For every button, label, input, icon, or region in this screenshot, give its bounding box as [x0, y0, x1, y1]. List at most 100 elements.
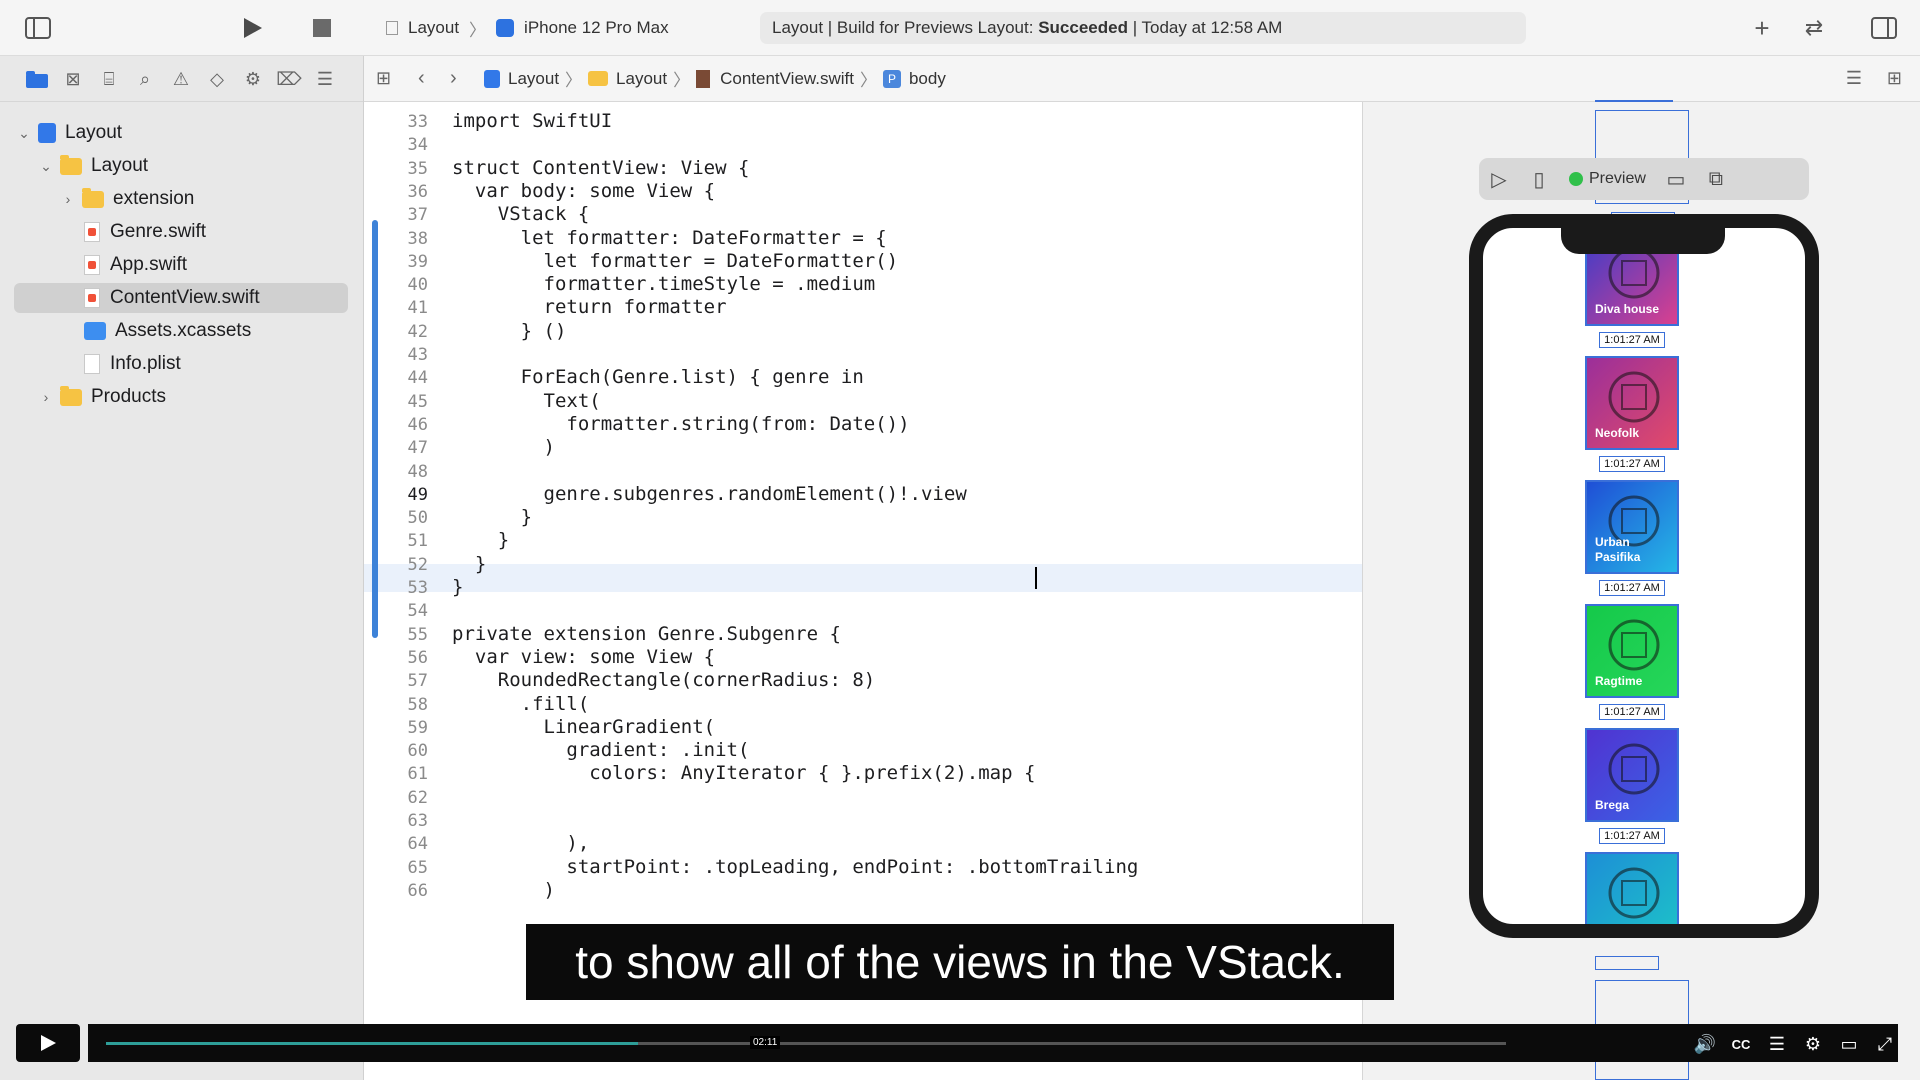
tree-item-genre-swift[interactable]: Genre.swift [84, 217, 206, 247]
progress-track[interactable]: 02:11 [106, 1036, 1506, 1049]
code-line[interactable]: gradient: .init( [452, 739, 749, 761]
code-line[interactable]: struct ContentView: View { [452, 157, 749, 179]
captions-icon[interactable]: CC [1728, 1032, 1754, 1056]
tree-item-layout-folder[interactable]: ⌄ Layout [38, 151, 148, 181]
code-line[interactable]: LinearGradient( [452, 716, 716, 738]
device-settings-icon[interactable]: ▭ [1656, 163, 1696, 195]
code-line[interactable]: return formatter [452, 296, 727, 318]
device-preview-icon[interactable]: ▯ [1519, 163, 1559, 195]
inspector-toggle-icon[interactable] [1870, 14, 1898, 42]
fullscreen-icon[interactable]: ⤢ [1872, 1032, 1898, 1056]
test-icon[interactable]: ◇ [204, 66, 230, 92]
chevron-down-icon[interactable]: ⌄ [38, 158, 54, 175]
breakpoint-icon[interactable]: ⌦ [276, 66, 302, 92]
preview-label: Preview [1589, 170, 1646, 187]
code-line[interactable]: formatter.string(from: Date()) [452, 413, 909, 435]
code-line[interactable]: } [452, 553, 486, 575]
grid-icon[interactable]: ⊞ [376, 68, 404, 89]
code-line[interactable]: let formatter = DateFormatter() [452, 250, 899, 272]
volume-icon[interactable]: 🔊 [1692, 1032, 1718, 1056]
tree-item-project[interactable]: ⌄ Layout [16, 118, 122, 148]
line-number: 45 [407, 391, 428, 412]
code-line[interactable]: } () [452, 320, 567, 342]
line-number: 55 [407, 624, 428, 645]
breadcrumb-item[interactable]: Layout [616, 69, 667, 89]
property-icon: P [882, 69, 901, 88]
sidebar-toggle-icon[interactable] [24, 14, 52, 42]
code-line[interactable]: ForEach(Genre.list) { genre in [452, 366, 864, 388]
code-line[interactable]: } [452, 576, 463, 598]
code-line[interactable]: startPoint: .topLeading, endPoint: .bott… [452, 856, 1138, 878]
tree-item-app-swift[interactable]: App.swift [84, 250, 187, 280]
folder-icon[interactable] [24, 66, 50, 92]
code-line[interactable]: } [452, 506, 532, 528]
code-line[interactable]: var view: some View { [452, 646, 715, 668]
breadcrumb-item[interactable]: Layout [508, 69, 559, 89]
live-preview-icon[interactable]: ▷ [1479, 163, 1519, 195]
code-line[interactable]: VStack { [452, 203, 590, 225]
code-line[interactable]: .fill( [452, 693, 590, 715]
plist-icon [84, 354, 100, 374]
report-icon[interactable]: ☰ [312, 66, 338, 92]
line-number: 48 [407, 461, 428, 482]
breadcrumb-item[interactable]: ContentView.swift [720, 69, 854, 89]
preview-status[interactable]: Preview [1559, 170, 1656, 188]
code-line[interactable]: } [452, 529, 509, 551]
debug-icon[interactable]: ⚙ [240, 66, 266, 92]
warning-icon[interactable]: ⚠ [168, 66, 194, 92]
subgenre-tile: Urban Pasifika [1585, 480, 1679, 574]
scheme-icon [386, 21, 398, 35]
forward-icon[interactable]: › [450, 67, 472, 90]
scheme-selector[interactable]: Layout 〉 iPhone 12 Pro Max [386, 16, 669, 40]
line-number: 36 [407, 181, 428, 202]
tree-item-contentview-swift[interactable]: ContentView.swift [14, 283, 348, 313]
transcript-icon[interactable]: ☰ [1764, 1032, 1790, 1056]
line-number: 62 [407, 787, 428, 808]
back-icon[interactable]: ‹ [418, 67, 440, 90]
play-button[interactable] [16, 1024, 80, 1062]
tile-label: Brega [1595, 798, 1630, 812]
stop-icon[interactable] [308, 14, 336, 42]
tree-item-extension[interactable]: › extension [60, 184, 194, 214]
chevron-down-icon[interactable]: ⌄ [16, 125, 32, 142]
video-timeline[interactable]: 02:11 🔊 CC ☰ ⚙ ▭ ⤢ [88, 1024, 1898, 1062]
view-frame [1595, 100, 1673, 102]
swap-icon[interactable]: ⇄ [1800, 14, 1828, 42]
tile-label: Diva house [1595, 302, 1660, 316]
code-line[interactable]: private extension Genre.Subgenre { [452, 623, 841, 645]
code-line[interactable]: import SwiftUI [452, 110, 612, 132]
code-line[interactable]: Text( [452, 390, 601, 412]
tree-item-assets[interactable]: Assets.xcassets [84, 316, 251, 346]
chevron-right-icon[interactable]: › [60, 191, 76, 207]
device-name: iPhone 12 Pro Max [524, 18, 669, 37]
add-icon[interactable]: + [1748, 13, 1776, 43]
duplicate-preview-icon[interactable]: ⧉ [1696, 163, 1736, 195]
code-line[interactable]: colors: AnyIterator { }.prefix(2).map { [452, 762, 1035, 784]
breadcrumb-item[interactable]: body [909, 69, 946, 89]
editor-options-icon[interactable]: ☰ [1846, 68, 1862, 89]
swift-file-icon [84, 288, 100, 308]
symbol-icon[interactable]: ⌸ [96, 66, 122, 92]
add-editor-icon[interactable]: ⊞ [1887, 68, 1902, 89]
preview-canvas[interactable]: Diva house 1:01:27 AM Neofolk 1:01:27 AM Urb… [1362, 100, 1920, 1080]
chevron-right-icon[interactable]: › [38, 389, 54, 405]
code-line[interactable]: let formatter: DateFormatter = { [452, 227, 887, 249]
tree-item-info-plist[interactable]: Info.plist [84, 349, 181, 379]
code-line[interactable]: genre.subgenres.randomElement()!.view [452, 483, 967, 505]
search-icon[interactable]: ⌕ [132, 66, 158, 92]
source-control-icon[interactable]: ⊠ [60, 66, 86, 92]
code-line[interactable]: formatter.timeStyle = .medium [452, 273, 876, 295]
text-cursor [1035, 567, 1037, 589]
run-icon[interactable] [238, 14, 266, 42]
code-line[interactable]: var body: some View { [452, 180, 715, 202]
code-line[interactable]: RoundedRectangle(cornerRadius: 8) [452, 669, 876, 691]
tree-label: Layout [65, 122, 123, 143]
code-line[interactable]: ) [452, 436, 555, 458]
pip-icon[interactable]: ▭ [1836, 1032, 1862, 1056]
code-line[interactable]: ) [452, 879, 555, 901]
current-line-highlight [364, 564, 1362, 592]
code-line[interactable]: ), [452, 832, 589, 854]
line-number: 47 [407, 438, 428, 459]
settings-gear-icon[interactable]: ⚙ [1800, 1032, 1826, 1056]
tree-item-products[interactable]: › Products [38, 382, 166, 412]
